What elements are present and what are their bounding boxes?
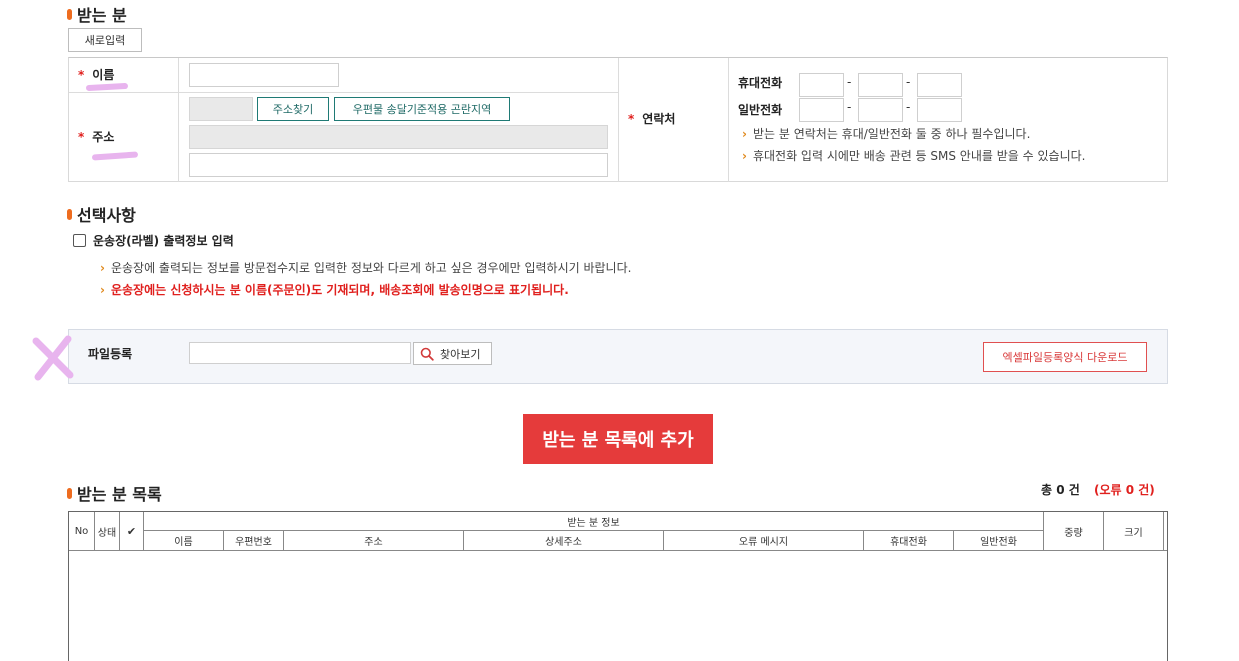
- dash-separator: -: [847, 75, 852, 89]
- col-zip: 우편번호: [235, 537, 272, 548]
- form-divider: [728, 58, 729, 182]
- col-no: No: [74, 525, 89, 537]
- file-path-input[interactable]: [189, 342, 411, 364]
- section-bar-icon: [67, 487, 72, 499]
- contact-note-text: 받는 분 연락처는 휴대/일반전화 둘 중 하나 필수입니다.: [752, 127, 1031, 141]
- address-input[interactable]: [189, 125, 608, 149]
- mobile-input-3[interactable]: [917, 73, 962, 97]
- required-mark: *: [628, 112, 635, 126]
- remote-area-button[interactable]: 우편물 송달기준적용 곤란지역: [334, 97, 510, 121]
- name-input[interactable]: [189, 63, 339, 87]
- col-status: 상태: [97, 527, 117, 539]
- phone-input-1[interactable]: [799, 98, 844, 122]
- mobile-label: 휴대전화: [738, 76, 783, 90]
- options-note-1: › 운송장에 출력되는 정보를 방문접수지로 입력한 정보와 다르게 하고 싶은 …: [100, 259, 631, 276]
- options-note-2: › 운송장에는 신청하시는 분 이름(주문인)도 기재되며, 배송조회에 발송인명…: [100, 281, 569, 298]
- label-info-checkbox-label[interactable]: 운송장(라벨) 출력정보 입력: [93, 232, 234, 249]
- arrow-icon: ›: [100, 283, 105, 297]
- search-icon: [420, 347, 434, 361]
- section-bar-icon: [67, 208, 72, 220]
- contact-note-text: 휴대전화 입력 시에만 배송 관련 등 SMS 안내를 받을 수 있습니다.: [752, 149, 1086, 163]
- form-divider: [69, 92, 618, 93]
- address-label: * 주소: [78, 128, 114, 145]
- options-note-text: 운송장에 출력되는 정보를 방문접수지로 입력한 정보와 다르게 하고 싶은 경…: [110, 261, 632, 275]
- contact-label-text: 연락처: [642, 112, 676, 126]
- table-body: [69, 551, 1167, 655]
- phone-input-3[interactable]: [917, 98, 962, 122]
- address-detail-input[interactable]: [189, 153, 608, 177]
- error-count: (오류 0 건): [1094, 483, 1155, 497]
- name-label-text: 이름: [92, 68, 115, 82]
- required-mark: *: [78, 130, 85, 144]
- col-size: 크기: [1124, 527, 1143, 539]
- contact-note-2: › 휴대전화 입력 시에만 배송 관련 등 SMS 안내를 받을 수 있습니다.: [742, 147, 1085, 164]
- arrow-icon: ›: [100, 261, 105, 275]
- dash-separator: -: [847, 100, 852, 114]
- list-title-text: 받는 분 목록: [77, 485, 162, 504]
- col-phone: 일반전화: [980, 537, 1017, 548]
- form-divider: [618, 58, 619, 182]
- total-count: 총 0 건: [1041, 483, 1080, 497]
- col-weight: 중량: [1064, 527, 1083, 539]
- find-address-button[interactable]: 주소찾기: [257, 97, 329, 121]
- mobile-input-2[interactable]: [858, 73, 903, 97]
- label-info-checkbox[interactable]: [73, 234, 86, 247]
- recipient-section-title: 받는 분: [67, 2, 127, 26]
- arrow-icon: ›: [742, 127, 747, 141]
- col-mobile: 휴대전화: [890, 537, 927, 548]
- phone-input-2[interactable]: [858, 98, 903, 122]
- section-bar-icon: [67, 8, 72, 20]
- address-label-text: 주소: [92, 130, 115, 144]
- dash-separator: -: [906, 75, 911, 89]
- col-check-icon[interactable]: ✔: [120, 512, 143, 550]
- dash-separator: -: [906, 100, 911, 114]
- contact-label: * 연락처: [628, 110, 675, 127]
- options-warning-text: 운송장에는 신청하시는 분 이름(주문인)도 기재되며, 배송조회에 발송인명으…: [110, 283, 569, 297]
- col-name: 이름: [174, 537, 193, 548]
- options-title-text: 선택사항: [77, 206, 136, 225]
- mobile-input-1[interactable]: [799, 73, 844, 97]
- options-section-title: 선택사항: [67, 202, 136, 226]
- contact-note-1: › 받는 분 연락처는 휴대/일반전화 둘 중 하나 필수입니다.: [742, 125, 1030, 142]
- add-to-list-button[interactable]: 받는 분 목록에 추가: [523, 414, 713, 464]
- recipient-title-text: 받는 분: [77, 6, 127, 25]
- col-address: 주소: [364, 537, 383, 548]
- form-divider: [178, 58, 179, 182]
- phone-label: 일반전화: [738, 103, 783, 117]
- zipcode-input[interactable]: [189, 97, 253, 121]
- x-mark-icon: [32, 335, 74, 381]
- col-recipient-info: 받는 분 정보: [567, 517, 620, 529]
- col-error-message: 오류 메시지: [738, 537, 789, 548]
- required-mark: *: [78, 68, 85, 82]
- col-detail-address: 상세주소: [545, 537, 582, 548]
- name-label: * 이름: [78, 66, 114, 83]
- excel-template-download-button[interactable]: 엑셀파일등록양식 다운로드: [983, 342, 1147, 372]
- arrow-icon: ›: [742, 149, 747, 163]
- table-col-divider: [1163, 512, 1164, 551]
- browse-button[interactable]: 찾아보기: [413, 342, 492, 365]
- new-input-button[interactable]: 새로입력: [68, 28, 142, 52]
- file-label: 파일등록: [88, 347, 133, 361]
- browse-button-label: 찾아보기: [440, 347, 481, 361]
- list-section-title: 받는 분 목록: [67, 481, 162, 505]
